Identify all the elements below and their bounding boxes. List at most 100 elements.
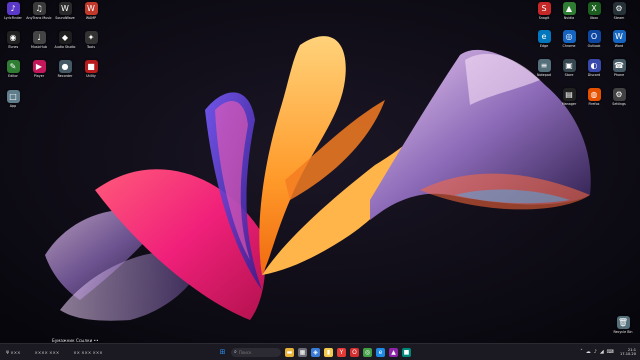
taskbar-left-item[interactable]: ×××× ××× — [34, 350, 59, 355]
desktop-icon-left-3[interactable]: W WAMP — [79, 2, 103, 29]
keyboard-icon[interactable]: ⌨ — [607, 349, 614, 355]
desktop-icon-label: Settings — [612, 102, 626, 106]
app-icon: ▲ — [562, 2, 576, 15]
app-icon: ♫ — [32, 2, 46, 15]
recycle-bin-icon: 🗑 — [616, 316, 630, 329]
taskbar-left-item[interactable]: Ψ ××× — [6, 350, 20, 355]
app-icon: ● — [58, 60, 72, 73]
desktop-icon-left-2[interactable]: W SoundWave — [53, 2, 77, 29]
desktop-icon-left-11[interactable]: ■ Utility — [79, 60, 103, 87]
app-icon: ♩ — [32, 31, 46, 44]
desktop-icon-right-5[interactable]: ◎ Chrome — [557, 30, 581, 57]
taskbar-left-item[interactable]: ×× ××× ××× — [73, 350, 102, 355]
desktop-icon-recycle-bin[interactable]: 🗑 Recycle Bin — [611, 316, 635, 343]
desktop-icon-right-6[interactable]: O Outlook — [582, 30, 606, 57]
desktop-icon-left-5[interactable]: ♩ MusicHub — [27, 31, 51, 58]
clock-date: 17.10.20 — [619, 352, 636, 356]
app-icon: ⚙ — [612, 2, 626, 15]
desktop-icon-left-8[interactable]: ✎ Editor — [1, 60, 25, 87]
desktop-icon-label: Utility — [86, 74, 96, 78]
app-icon: e — [537, 30, 551, 43]
desktop-icon-label: Snagit — [538, 16, 550, 20]
start-button[interactable]: ⊞ — [218, 348, 227, 357]
desktop-icon-label: WAMP — [85, 16, 97, 20]
app-icon: X — [587, 2, 601, 15]
desktop-icon-left-9[interactable]: ▶ Player — [27, 60, 51, 87]
store-button[interactable]: ◈ — [311, 347, 320, 357]
desktop-icon-right-1[interactable]: ▲ Nvidia — [557, 2, 581, 29]
app-button[interactable]: ▲ — [389, 347, 398, 357]
opera-button[interactable]: O — [350, 347, 359, 357]
system-tray: ˄ ☁ ♪ ◢ ⌨ 21:1 17.10.20 — [580, 344, 636, 360]
desktop-icon-label: Steam — [613, 16, 625, 20]
desktop-icon-right-9[interactable]: ▣ Store — [557, 59, 581, 86]
app-icon: ♪ — [6, 2, 20, 15]
desktop-icon-right-7[interactable]: W Word — [607, 30, 631, 57]
taskbar-left-widgets: Ψ ××× ×××× ××× ×× ××× ××× — [6, 344, 103, 360]
app-icon: W — [612, 30, 626, 43]
desktop-icon-label: SoundWave — [55, 16, 75, 20]
taskbar: Ψ ××× ×××× ××× ×× ××× ××× ⊞ ⌕ ▬ ▦ ◈ ▮ YO ◎ e ▲ ■… — [0, 343, 640, 360]
taskbar-center: ⊞ ⌕ ▬ ▦ ◈ ▮ YO ◎ e ▲ ■ — [218, 344, 411, 360]
app-icon: ▶ — [32, 60, 46, 73]
desktop-icon-right-10[interactable]: ◐ Discord — [582, 59, 606, 86]
desktop-icon-label: Phone — [613, 73, 625, 77]
tray-overflow-icon[interactable]: ˄ — [580, 349, 583, 355]
taskbar-clock[interactable]: 21:1 17.10.20 — [620, 348, 636, 357]
desktop-icon-label: Xbox — [589, 16, 599, 20]
taskbar-search[interactable]: ⌕ — [231, 347, 281, 357]
app-icon: O — [587, 30, 601, 43]
app-icon: ☎ — [612, 59, 626, 72]
desktop-icon-label: LyricFinder — [4, 16, 22, 20]
task-view-button[interactable]: ▦ — [298, 347, 307, 357]
app-icon: ◆ — [58, 31, 72, 44]
desktop-icon-right-12[interactable]: ▤ Manager — [557, 88, 581, 115]
app-icon: W — [84, 2, 98, 15]
desktop-icon-left-0[interactable]: ♪ LyricFinder — [1, 2, 25, 29]
app-icon: ▤ — [562, 88, 576, 101]
app-icon: ≡ — [537, 59, 551, 72]
desktop-icon-right-11[interactable]: ☎ Phone — [607, 59, 631, 86]
desktop-icon-right-0[interactable]: S Snagit — [532, 2, 556, 29]
file-explorer-button[interactable]: ▬ — [285, 347, 294, 357]
desktop-icon-label: Word — [614, 44, 624, 48]
app-icon: ▣ — [562, 59, 576, 72]
desktop-icon-right-3[interactable]: ⚙ Steam — [607, 2, 631, 29]
desktop-icon-right-13[interactable]: ◍ Firefox — [582, 88, 606, 115]
yandex-button[interactable]: Y — [337, 347, 346, 357]
desktop-icon-right-14[interactable]: ⚙ Settings — [607, 88, 631, 115]
app-icon: ◎ — [562, 30, 576, 43]
desktop-icon-left-4[interactable]: ◉ iTunes — [1, 31, 25, 58]
volume-icon[interactable]: ♪ — [594, 349, 597, 355]
chrome-button[interactable]: ◎ — [363, 347, 372, 357]
desktop-icon-right-2[interactable]: X Xbox — [582, 2, 606, 29]
desktop-icon-label: Audio Studio — [54, 45, 76, 49]
desktop-icon-label: Chrome — [562, 44, 576, 48]
desktop-icon-label: Nvidia — [563, 16, 575, 20]
desktop-icon-label: Firefox — [588, 102, 600, 106]
app-icon: ◐ — [587, 59, 601, 72]
desktop-icon-left-12[interactable]: □ App — [1, 90, 25, 117]
search-input[interactable] — [238, 348, 275, 356]
desktop-icon-right-8[interactable]: ≡ Notepad — [532, 59, 556, 86]
recycle-bin-label: Recycle Bin — [613, 330, 633, 334]
explorer-button[interactable]: ▮ — [324, 347, 333, 357]
desktop-icon-right-4[interactable]: e Edge — [532, 30, 556, 57]
network-icon[interactable]: ◢ — [600, 349, 604, 355]
app-icon: ✎ — [6, 60, 20, 73]
desktop-icon-label: Store — [564, 73, 574, 77]
desktop-icon-label: Edge — [539, 44, 549, 48]
app-icon: W — [58, 2, 72, 15]
desktop-icon-label: Manager — [561, 102, 577, 106]
desktop-icon-left-1[interactable]: ♫ AnyTrans Music — [26, 2, 52, 29]
desktop-icon-label: Player — [33, 74, 45, 78]
search-icon: ⌕ — [234, 349, 237, 355]
edge-button[interactable]: e — [376, 347, 385, 357]
desktop-icon-label: Editor — [8, 74, 18, 78]
onedrive-icon[interactable]: ☁ — [586, 349, 591, 355]
app2-button[interactable]: ■ — [402, 347, 411, 357]
app-icon: ◉ — [6, 31, 20, 44]
desktop-icon-left-7[interactable]: ✦ Tools — [79, 31, 103, 58]
desktop-icon-left-10[interactable]: ● Recorder — [53, 60, 77, 87]
desktop-icon-left-6[interactable]: ◆ Audio Studio — [53, 31, 77, 58]
